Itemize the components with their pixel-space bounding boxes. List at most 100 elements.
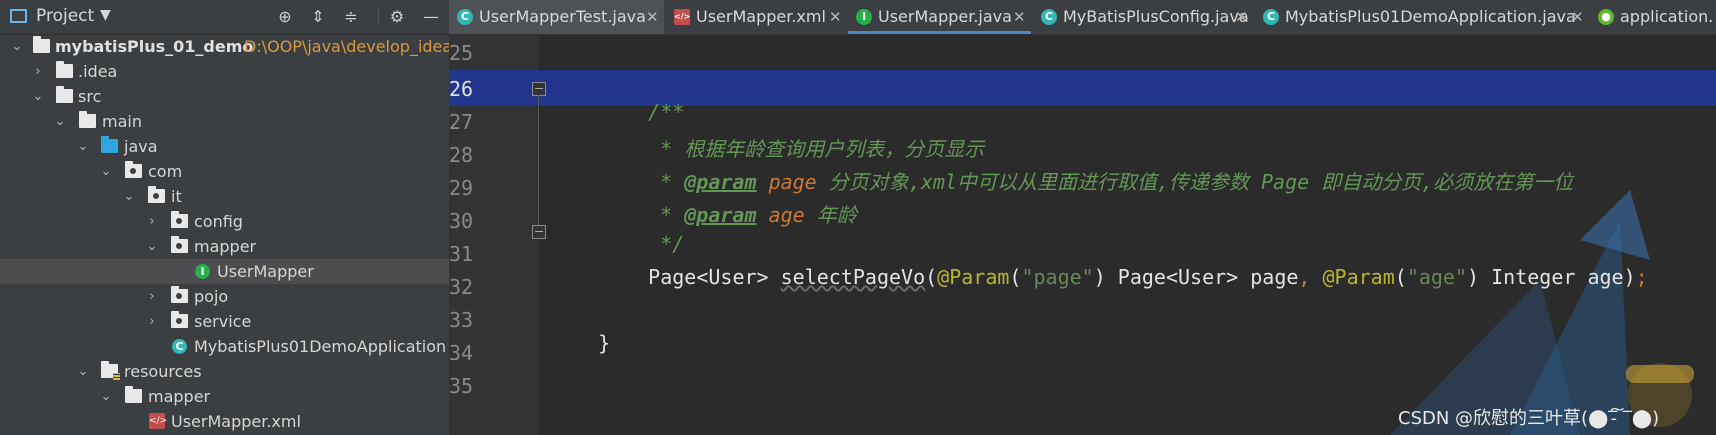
tree-item-label: com (148, 162, 183, 181)
editor-tabs: C UserMapperTest.java ✕ </> UserMapper.x… (449, 0, 1716, 35)
tree-item-usermapper-xml[interactable]: </> UserMapper.xml (0, 409, 449, 434)
project-path: D:\OOP\java\develop_idea\ (244, 37, 449, 56)
close-icon[interactable]: ✕ (1571, 0, 1584, 34)
chevron-down-icon[interactable]: ⌄ (99, 159, 113, 184)
chevron-down-icon[interactable]: ⌄ (76, 134, 90, 159)
folder-icon (56, 86, 73, 103)
target-icon[interactable]: ⊕ (274, 6, 296, 28)
chevron-right-icon[interactable]: › (145, 209, 159, 234)
semicolon: ; (1635, 265, 1648, 289)
tree-item-label: UserMapper.xml (171, 412, 301, 431)
spring-class-icon: C (1263, 9, 1279, 25)
chevron-down-icon[interactable]: ⌄ (31, 84, 45, 109)
tree-item-main[interactable]: ⌄ main (0, 109, 449, 134)
tree-item-resources-mapper[interactable]: ⌄ mapper (0, 384, 449, 409)
line-number: 29 (449, 176, 474, 200)
line-number: 25 (449, 41, 474, 65)
line-number: 35 (449, 374, 474, 398)
line-number: 27 (449, 110, 474, 134)
tree-item-config[interactable]: › config (0, 209, 449, 234)
module-folder-icon (33, 36, 50, 53)
chevron-down-icon[interactable]: ⌄ (76, 359, 90, 384)
tab-label: UserMapper.java (878, 7, 1012, 26)
tree-item-java[interactable]: ⌄ java (0, 134, 449, 159)
chevron-down-icon[interactable]: ⌄ (145, 234, 159, 259)
tree-item-label: UserMapper (217, 262, 314, 281)
tree-item-mapper[interactable]: ⌄ mapper (0, 234, 449, 259)
chevron-down-icon[interactable]: ⌄ (53, 109, 67, 134)
package-icon (171, 236, 188, 253)
project-panel-header: Project ▼ ⊕ ⇕ ≑ ⚙ — (0, 0, 449, 35)
tab-usermappertest[interactable]: C UserMapperTest.java ✕ (449, 0, 664, 34)
tab-mybatisplus01demoapplication[interactable]: C MybatisPlus01DemoApplication.java ✕ (1255, 0, 1588, 34)
closing-brace: } (598, 331, 611, 355)
divider (378, 8, 379, 26)
tree-item-project-root[interactable]: ⌄ mybatisPlus_01_demo D:\OOP\java\develo… (0, 34, 449, 59)
tree-item-service[interactable]: › service (0, 309, 449, 334)
tab-application[interactable]: ● application. (1590, 0, 1716, 34)
package-icon (125, 161, 142, 178)
tab-label: UserMapperTest.java (479, 7, 646, 26)
tree-item-label: pojo (194, 287, 229, 306)
method-name: selectPageVo (780, 265, 926, 289)
line-number: 34 (449, 341, 474, 365)
chevron-right-icon[interactable]: › (31, 59, 45, 84)
line-number: 33 (449, 308, 474, 332)
class-icon: C (1041, 9, 1057, 25)
xml-file-icon: </> (674, 9, 690, 25)
tree-item-com[interactable]: ⌄ com (0, 159, 449, 184)
tree-item-it[interactable]: ⌄ it (0, 184, 449, 209)
minimize-icon[interactable]: — (420, 6, 442, 28)
code-editor[interactable]: /** * 根据年龄查询用户列表，分页显示 * @param page 分页对象… (539, 35, 1716, 435)
close-icon[interactable]: ✕ (829, 0, 842, 34)
tree-item-usermapper[interactable]: I UserMapper (0, 259, 449, 284)
line-number-current: 26 (449, 77, 474, 101)
chevron-down-icon[interactable]: ⌄ (99, 384, 113, 409)
param-decl: ) Page<User> page (1093, 265, 1299, 289)
project-panel-title[interactable]: Project (36, 6, 94, 26)
close-icon[interactable]: ✕ (646, 0, 659, 34)
chevron-right-icon[interactable]: › (145, 309, 159, 334)
chevron-down-icon[interactable]: ⌄ (122, 184, 136, 209)
tab-usermapper-java[interactable]: I UserMapper.java ✕ (848, 0, 1031, 34)
chevron-down-icon[interactable]: ▼ (100, 7, 111, 23)
tree-item-idea[interactable]: › .idea (0, 59, 449, 84)
comma: , (1298, 265, 1323, 289)
param-description: 分页对象,xml中可以从里面进行取值,传递参数 Page 即自动分页,必须放在第… (816, 170, 1574, 194)
string-literal: "age" (1406, 265, 1468, 289)
project-view-icon[interactable] (10, 9, 27, 23)
tree-item-label: config (194, 212, 243, 231)
close-icon[interactable]: ✕ (1235, 0, 1248, 34)
tree-item-pojo[interactable]: › pojo (0, 284, 449, 309)
tree-item-resources[interactable]: ⌄ resources (0, 359, 449, 384)
expand-all-icon[interactable]: ⇕ (307, 6, 329, 28)
spring-class-icon: C (172, 339, 187, 354)
folder-icon (79, 111, 96, 128)
collapse-all-icon[interactable]: ≑ (340, 6, 362, 28)
package-icon (171, 311, 188, 328)
paren: ( (1009, 265, 1022, 289)
param-name: age (768, 203, 805, 227)
chevron-down-icon[interactable]: ⌄ (10, 34, 24, 59)
code-line-31: Page<User> selectPageVo(@Param("page") P… (600, 241, 1648, 313)
paren: ( (1394, 265, 1407, 289)
tab-usermapper-xml[interactable]: </> UserMapper.xml ✕ (666, 0, 846, 34)
line-number: 32 (449, 275, 474, 299)
folder-icon (125, 386, 142, 403)
tree-item-label: java (124, 137, 158, 156)
csdn-watermark: CSDN @欣慰的三叶草(⬤‾̵͠ ‾⬤) (1398, 408, 1660, 429)
paren: ( (925, 265, 938, 289)
fold-marker-icon[interactable] (532, 82, 546, 96)
fold-guide-line (538, 95, 539, 225)
chevron-right-icon[interactable]: › (145, 284, 159, 309)
tab-mybatisplusconfig[interactable]: C MyBatisPlusConfig.java ✕ (1033, 0, 1253, 34)
tab-label: MyBatisPlusConfig.java (1063, 7, 1249, 26)
tree-item-application[interactable]: C MybatisPlus01DemoApplication (0, 334, 449, 359)
tree-item-src[interactable]: ⌄ src (0, 84, 449, 109)
tab-label: application. (1620, 7, 1714, 26)
gear-icon[interactable]: ⚙ (386, 6, 408, 28)
line-number: 31 (449, 242, 474, 266)
code-line-33: } (550, 307, 610, 379)
close-icon[interactable]: ✕ (1013, 0, 1026, 34)
fold-marker-icon[interactable] (532, 225, 546, 239)
